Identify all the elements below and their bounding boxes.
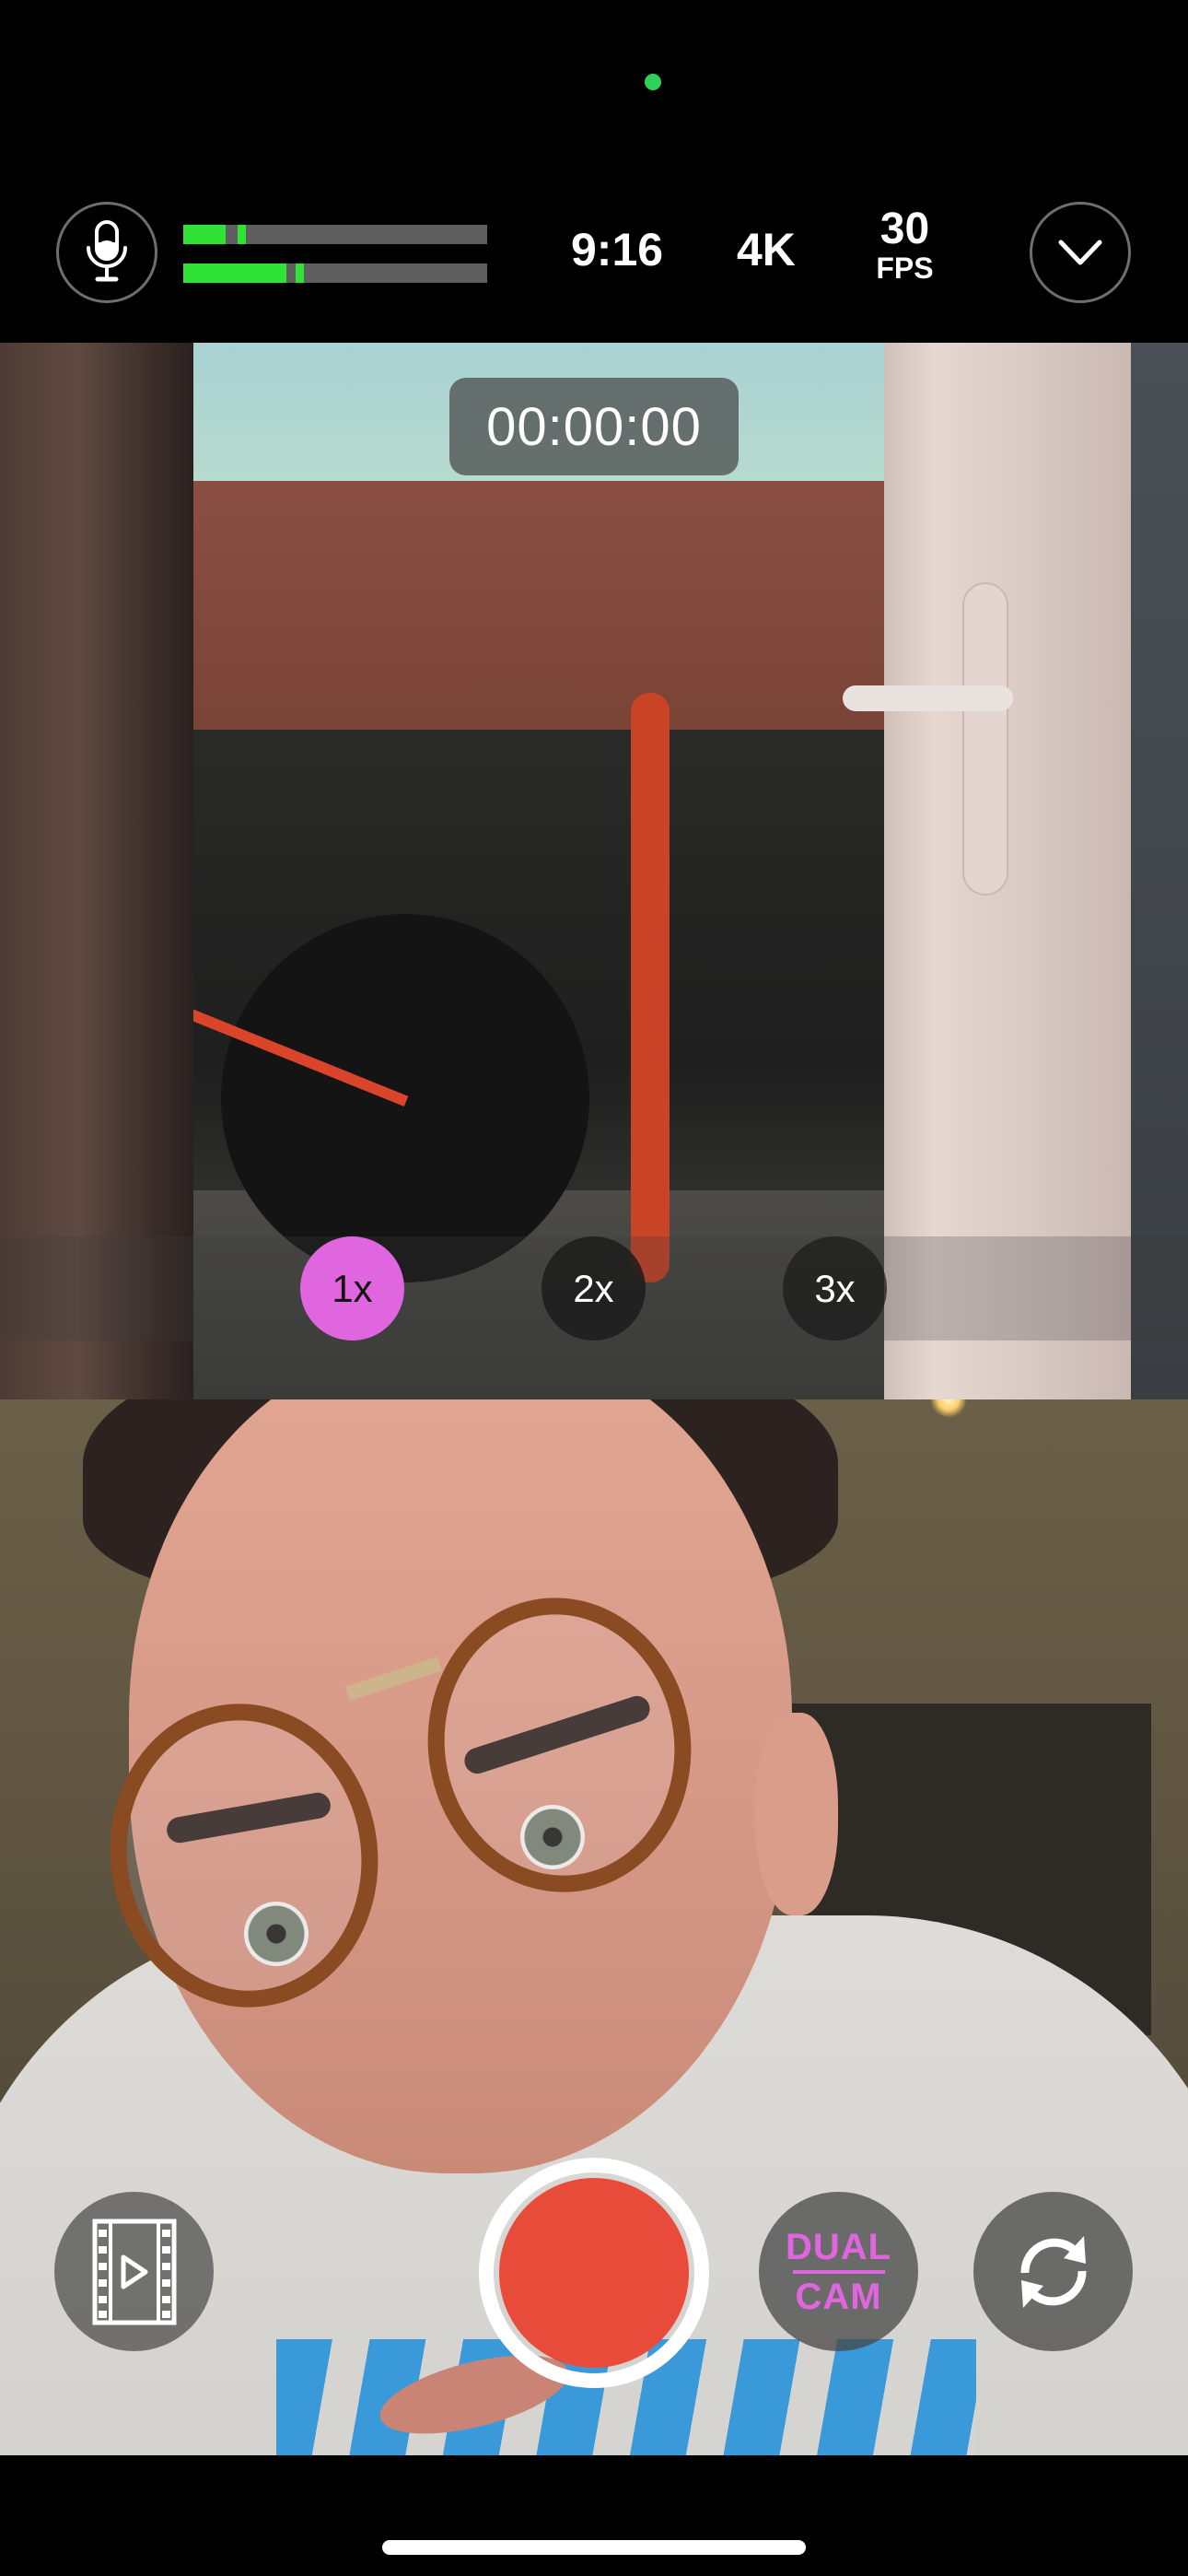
video-gallery-button[interactable] xyxy=(54,2192,214,2351)
audio-meter-left xyxy=(183,225,487,244)
back-camera-preview[interactable]: 00:00:00 1x 2x 3x xyxy=(0,343,1188,1399)
microphone-button[interactable] xyxy=(56,202,157,303)
camera-flip-icon xyxy=(1019,2235,1087,2308)
scene-door-handle xyxy=(843,685,1013,711)
home-indicator[interactable] xyxy=(382,2540,806,2555)
microphone-icon xyxy=(87,220,127,282)
scene-ear xyxy=(755,1713,838,1915)
flip-camera-button[interactable] xyxy=(973,2192,1133,2351)
dual-cam-divider xyxy=(792,2269,885,2274)
audio-meter-peak xyxy=(296,263,305,283)
record-button-inner xyxy=(499,2178,689,2368)
fps-value: 30 xyxy=(879,205,930,253)
dual-cam-label-line1: DUAL xyxy=(785,2226,892,2267)
frame-rate-setting[interactable]: 30 FPS xyxy=(866,205,944,285)
camera-in-use-indicator xyxy=(645,74,661,90)
record-button[interactable] xyxy=(479,2158,709,2388)
audio-meter-fill xyxy=(183,263,287,283)
dual-cam-label-line2: CAM xyxy=(795,2276,882,2317)
scene-red-strap xyxy=(631,693,670,1282)
audio-meter-peak xyxy=(238,225,247,244)
top-toolbar: 9:16 4K 30 FPS xyxy=(0,166,1188,343)
zoom-2x-button[interactable]: 2x xyxy=(542,1236,646,1341)
aspect-ratio-setting[interactable]: 9:16 xyxy=(571,223,663,276)
audio-meter-right xyxy=(183,263,487,283)
audio-level-meters xyxy=(183,225,487,302)
expand-settings-button[interactable] xyxy=(1030,202,1131,303)
zoom-3x-button[interactable]: 3x xyxy=(783,1236,887,1341)
recording-timer: 00:00:00 xyxy=(449,378,739,475)
chevron-down-icon xyxy=(1058,240,1102,265)
scene-door-handle-plate xyxy=(962,582,1008,896)
zoom-1x-button[interactable]: 1x xyxy=(300,1236,404,1341)
film-play-icon xyxy=(92,2219,176,2324)
dual-cam-button[interactable]: DUAL CAM xyxy=(759,2192,918,2351)
fps-unit: FPS xyxy=(876,252,934,285)
audio-meter-fill xyxy=(183,225,227,244)
resolution-setting[interactable]: 4K xyxy=(737,223,796,276)
